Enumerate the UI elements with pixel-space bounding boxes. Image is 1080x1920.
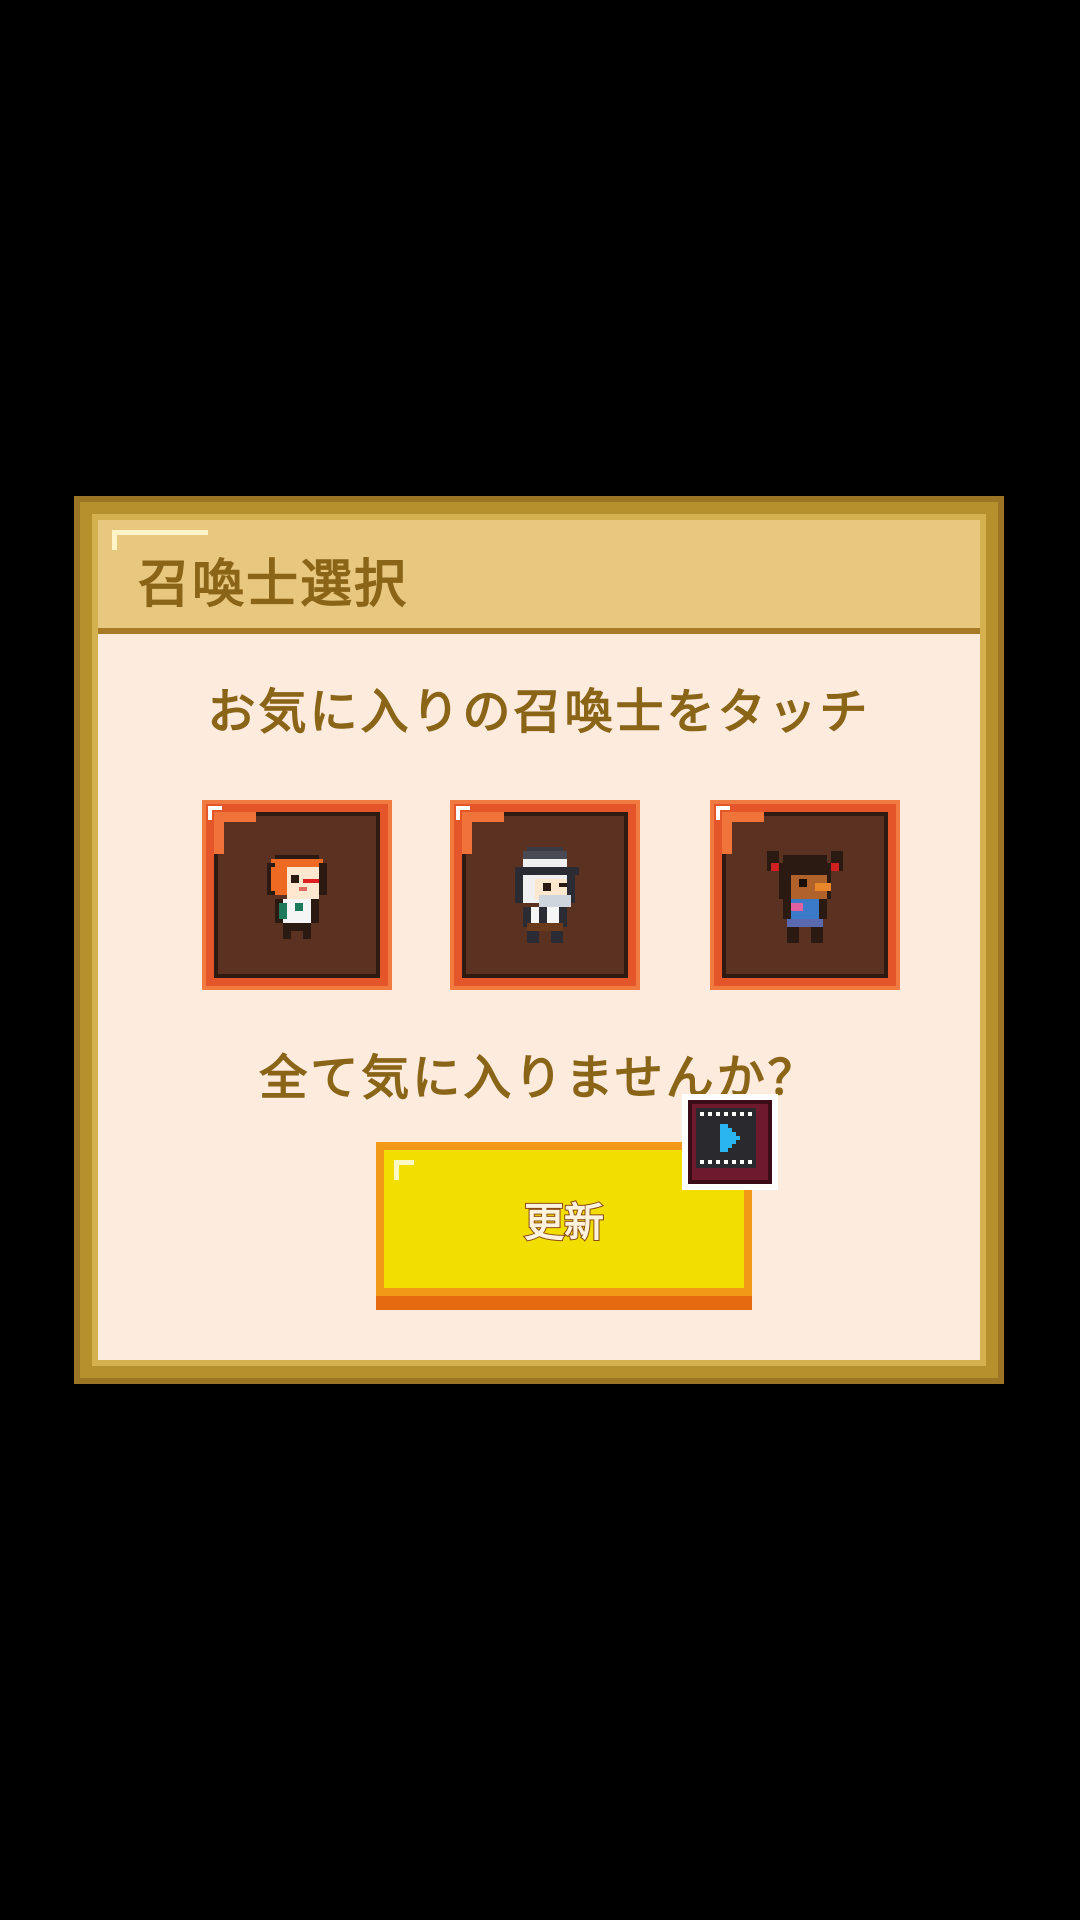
card-shine — [456, 806, 460, 820]
card-corner — [462, 812, 472, 854]
card-shine — [716, 806, 720, 820]
dialog-body: お気に入りの召喚士をタッチ 全て気に入りませんか？ 更新 — [98, 634, 980, 1360]
card-shine — [208, 806, 212, 820]
dialog-inner-frame: 召喚士選択 お気に入りの召喚士をタッチ 全て気に入りませんか？ 更新 — [92, 514, 986, 1366]
old-man-with-hat-sprite — [515, 847, 579, 943]
select-prompt: お気に入りの召喚士をタッチ — [207, 684, 871, 740]
dialog-header: 召喚士選択 — [98, 520, 980, 634]
button-shine — [394, 1160, 399, 1180]
card-corner — [722, 812, 732, 854]
summoner-select-dialog: 召喚士選択 お気に入りの召喚士をタッチ 全て気に入りませんか？ 更新 — [74, 496, 1004, 1384]
header-shine-vertical — [112, 530, 117, 550]
video-ad-icon[interactable] — [682, 1094, 778, 1190]
card-corner — [214, 812, 224, 854]
refresh-button-label: 更新 — [523, 1199, 605, 1247]
summoner-card-1[interactable] — [202, 800, 392, 990]
summoner-card-3[interactable] — [710, 800, 900, 990]
summoner-card-2[interactable] — [450, 800, 640, 990]
pigtail-girl-sprite — [767, 851, 843, 943]
orange-haired-girl-sprite — [267, 855, 327, 939]
dialog-title: 召喚士選択 — [138, 555, 409, 615]
header-shine — [112, 530, 208, 535]
video-ad-icon-inner — [688, 1100, 772, 1184]
refresh-question: 全て気に入りませんか？ — [259, 1050, 819, 1106]
film-play-icon — [696, 1108, 756, 1168]
